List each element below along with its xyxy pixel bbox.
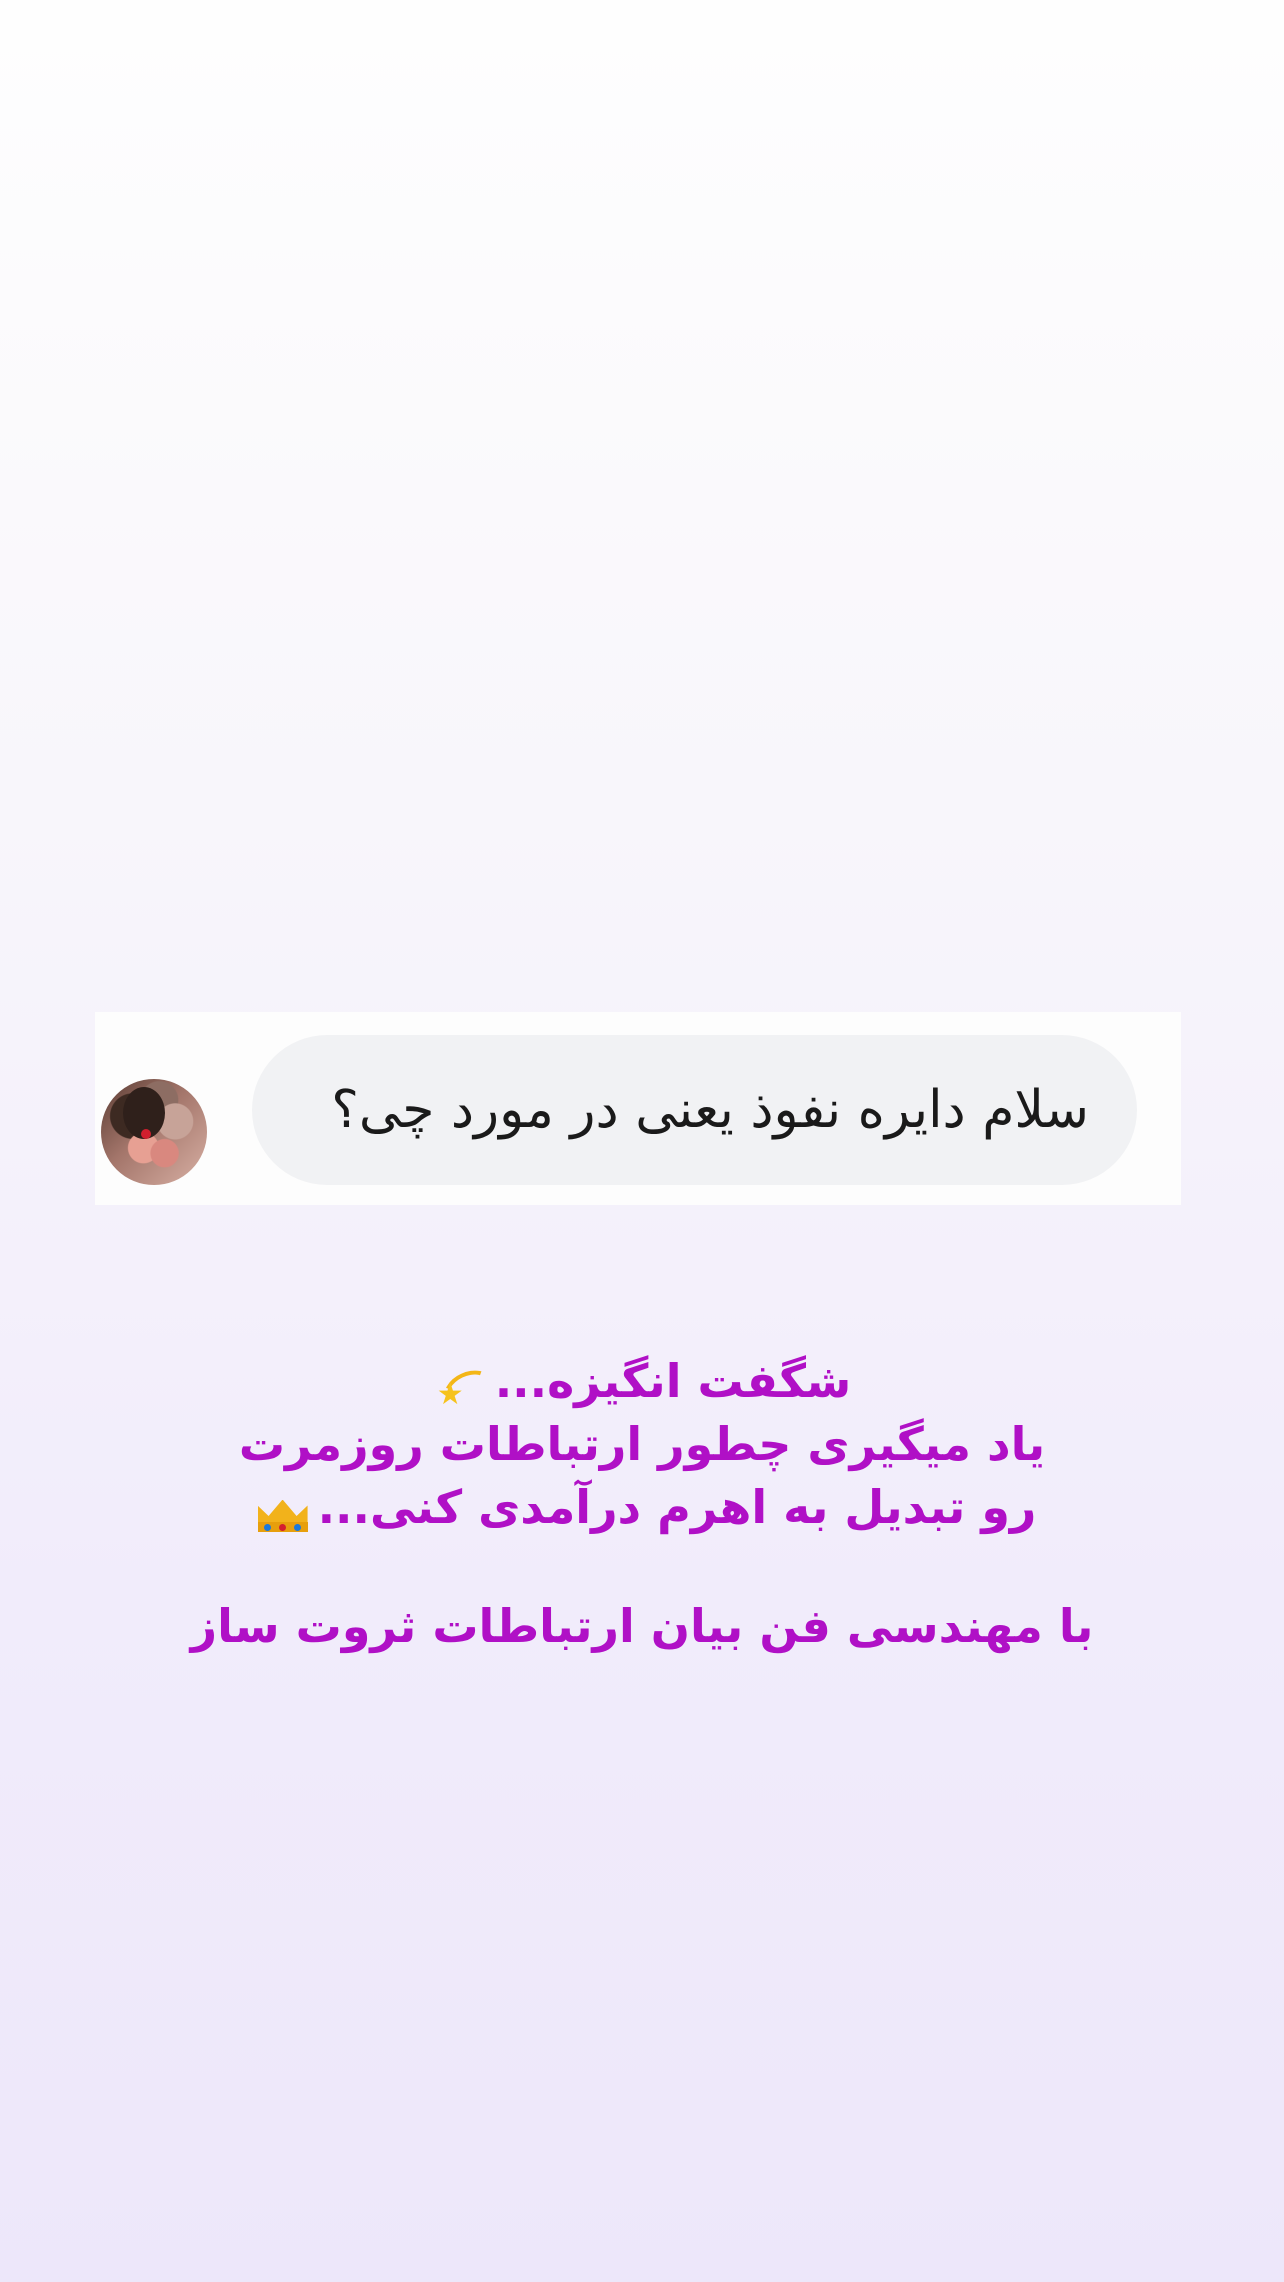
caption-line-4: با مهندسی فن بیان ارتباطات ثروت ساز: [190, 1599, 1094, 1653]
caption-line-1-text: شگفت انگیزه...: [494, 1354, 852, 1408]
caption-line-1: شگفت انگیزه... ★: [140, 1350, 1144, 1419]
avatar-accent: [141, 1129, 151, 1139]
caption-line-3: رو تبدیل به اهرم درآمدی کنی...: [140, 1476, 1144, 1539]
sender-avatar[interactable]: [101, 1079, 207, 1185]
caption-line-2: یاد میگیری چطور ارتباطات روزمرت: [238, 1417, 1046, 1471]
message-text: سلام دایره نفوذ یعنی در مورد چی؟: [331, 1080, 1089, 1140]
story-caption: شگفت انگیزه... ★ یاد میگیری چطور ارتباطات…: [140, 1350, 1144, 1658]
shared-message-card: سلام دایره نفوذ یعنی در مورد چی؟: [95, 1012, 1181, 1205]
crown-icon: [254, 1488, 312, 1534]
caption-line-3-text: رو تبدیل به اهرم درآمدی کنی...: [317, 1480, 1037, 1534]
dizzy-star-icon: ★: [437, 1362, 501, 1419]
message-bubble: سلام دایره نفوذ یعنی در مورد چی؟: [252, 1035, 1137, 1185]
